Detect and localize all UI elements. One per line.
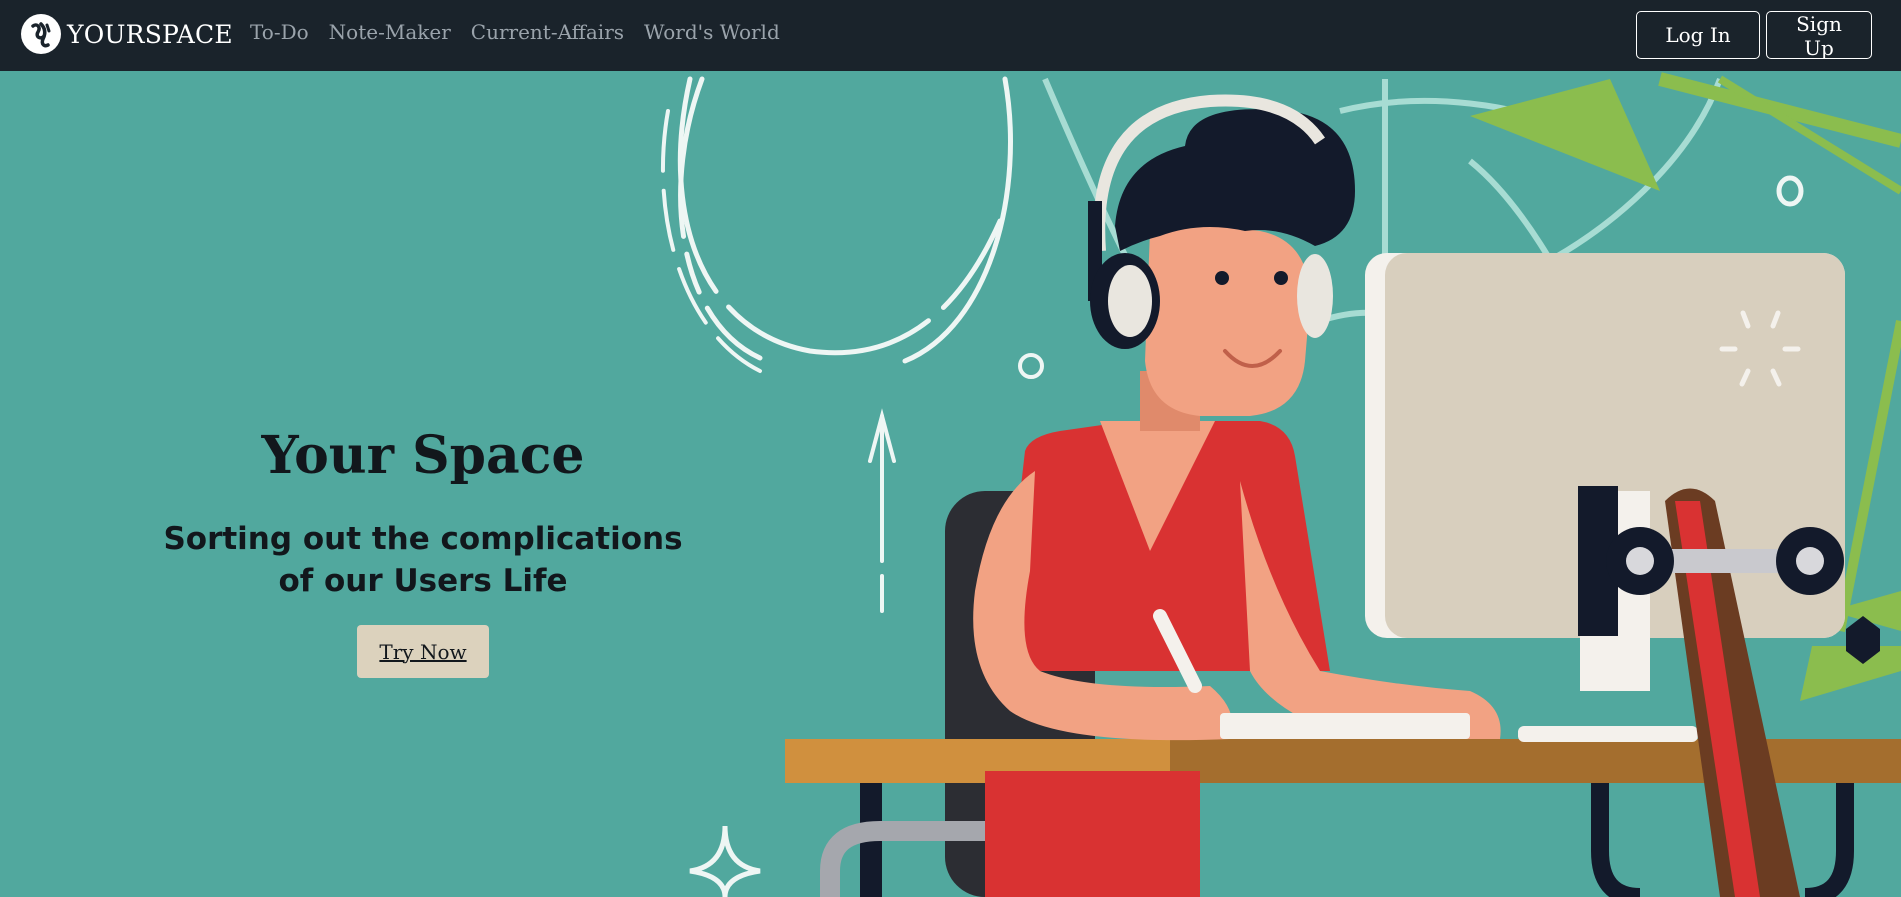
login-button[interactable]: Log In [1636, 11, 1760, 59]
brand-name: YOURSPACE [67, 19, 233, 49]
nav-link-current-affairs[interactable]: Current-Affairs [471, 20, 624, 44]
hero-subtitle-line-2: of our Users Life [278, 563, 568, 599]
hero-title-text: Your Space [261, 425, 585, 486]
brand[interactable]: YOURSPACE [21, 14, 233, 54]
hero-subtitle-line-1: Sorting out the complications [163, 521, 683, 557]
try-now-button[interactable]: Try Now [357, 625, 489, 678]
nav-link-words-world[interactable]: Word's World [644, 20, 780, 44]
nav-links: To-Do Note-Maker Current-Affairs Word's … [250, 20, 780, 44]
auth-buttons: Log In Sign Up [1636, 11, 1872, 60]
ys-monogram-icon [21, 14, 61, 54]
nav-link-note-maker[interactable]: Note-Maker [329, 20, 451, 44]
signup-button[interactable]: Sign Up [1766, 11, 1872, 60]
top-navbar: YOURSPACE To-Do Note-Maker Current-Affai… [0, 0, 1901, 71]
nav-link-to-do[interactable]: To-Do [250, 20, 309, 44]
